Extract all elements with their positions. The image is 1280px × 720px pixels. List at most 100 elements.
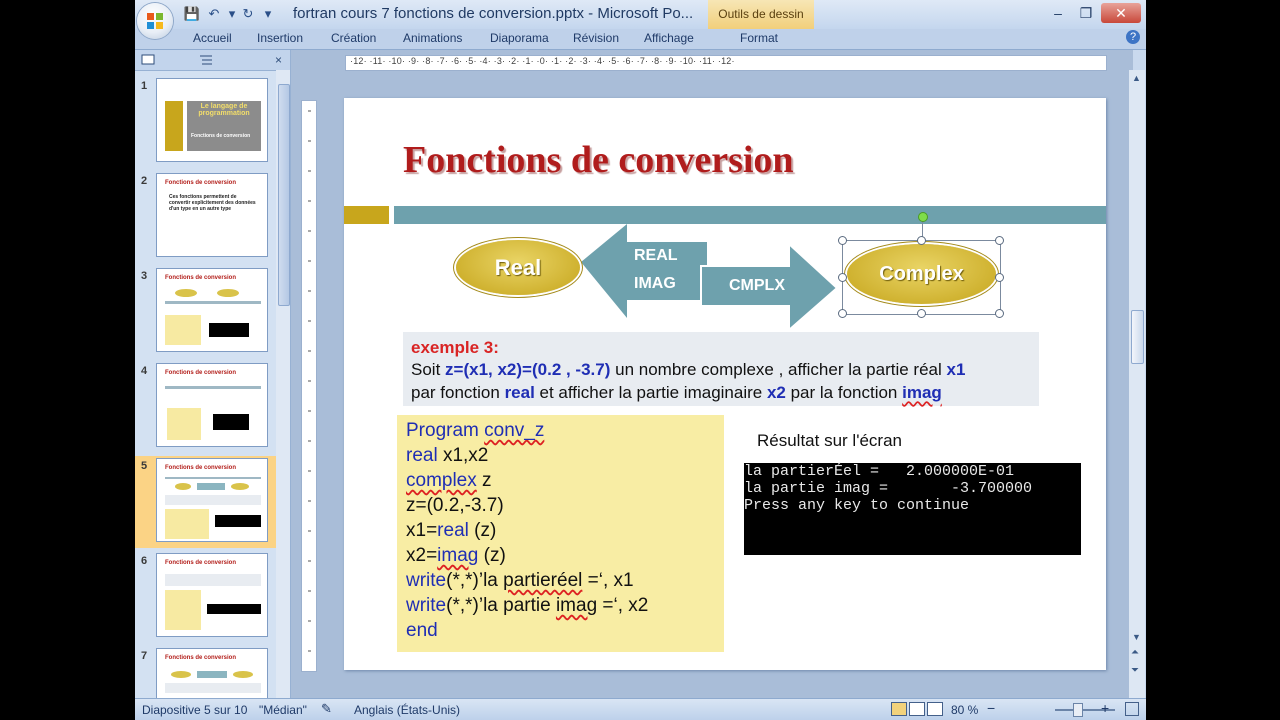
slide-number: 3 <box>141 270 148 282</box>
spellcheck-icon[interactable]: ✎ <box>321 701 332 717</box>
title-bar-accent-gold <box>344 206 389 224</box>
zoom-out-icon[interactable]: − <box>987 700 995 716</box>
real-oval[interactable]: Real <box>456 240 580 295</box>
example-text: par fonction <box>411 383 505 402</box>
previous-slide-icon[interactable]: ⏶ <box>1131 648 1139 658</box>
thumbnail-image: Fonctions de conversion <box>156 268 268 352</box>
code-line: Program conv_z <box>406 420 544 442</box>
code-line: x2=imag (z) <box>406 545 506 567</box>
thumb-title: Fonctions de conversion <box>165 275 237 281</box>
tab-diaporama[interactable]: Diaporama <box>490 31 549 45</box>
tab-animations[interactable]: Animations <box>403 31 462 45</box>
resize-handle[interactable] <box>838 309 847 318</box>
zoom-level[interactable]: 80 % <box>951 703 978 717</box>
zoom-slider-knob[interactable] <box>1073 703 1083 717</box>
contextual-tab-drawing-tools: Outils de dessin <box>708 0 814 29</box>
resize-handle[interactable] <box>917 309 926 318</box>
tab-format[interactable]: Format <box>740 31 778 45</box>
code-text: (*,*)’la partie <box>446 595 556 616</box>
horizontal-ruler: ·12· ·11· ·10· ·9· ·8· ·7· ·6· ·5· ·4· ·… <box>345 55 1107 71</box>
arrow-label-imag: IMAG <box>634 275 676 292</box>
slideshow-icon[interactable] <box>927 702 943 716</box>
outline-tab-icon[interactable] <box>199 54 213 66</box>
example-title: exemple 3: <box>411 338 499 357</box>
example-textbox[interactable]: exemple 3: Soit z=(x1, x2)=(0.2 , -3.7) … <box>403 332 1039 406</box>
code-keyword: end <box>406 620 438 641</box>
pane-scrollbar[interactable] <box>276 70 290 698</box>
resize-handle[interactable] <box>838 273 847 282</box>
pane-close-icon[interactable]: × <box>275 53 282 67</box>
conversion-arrows[interactable]: REAL IMAG CMPLX <box>579 220 849 332</box>
slide-thumbnail[interactable]: 6 Fonctions de conversion <box>135 551 276 643</box>
redo-icon[interactable]: ↻ <box>239 5 257 23</box>
selection-box <box>842 240 1001 315</box>
code-textbox[interactable]: Program conv_z real x1,x2 complex z z=(0… <box>397 415 724 652</box>
scroll-thumb[interactable] <box>1131 310 1144 364</box>
undo-icon[interactable]: ↶ <box>205 5 223 23</box>
example-text: Soit <box>411 360 446 379</box>
slide-canvas[interactable]: Fonctions de conversion REAL IMAG CMPLX … <box>344 98 1106 670</box>
tab-revision[interactable]: Révision <box>573 31 619 45</box>
example-var-x2: x2 <box>766 383 786 402</box>
tab-creation[interactable]: Création <box>331 31 376 45</box>
example-var-x1: x1 <box>946 360 966 379</box>
slide-title[interactable]: Fonctions de conversion <box>403 138 794 182</box>
slide-thumbnail[interactable]: 2 Fonctions de conversion Ces fonctions … <box>135 171 276 263</box>
ribbon-tabs: Accueil Insertion Création Animations Di… <box>135 29 1146 50</box>
code-text: =‘, x1 <box>582 570 634 591</box>
slide-thumbnail[interactable]: 3 Fonctions de conversion <box>135 266 276 358</box>
console-line: la partie imag = -3.700000 <box>744 480 1033 497</box>
console-line: Press any key to continue <box>744 497 970 514</box>
arrow-label-real: REAL <box>634 247 678 264</box>
code-keyword: complex <box>406 470 477 491</box>
language[interactable]: Anglais (États-Unis) <box>354 703 460 717</box>
normal-view-icon[interactable] <box>891 702 907 716</box>
tab-insertion[interactable]: Insertion <box>257 31 303 45</box>
result-label: Résultat sur l'écran <box>757 431 902 450</box>
resize-handle[interactable] <box>995 273 1004 282</box>
example-func-real: real <box>504 383 535 402</box>
maximize-button[interactable]: ❐ <box>1073 3 1099 23</box>
slides-tab-icon[interactable] <box>141 54 155 66</box>
zoom-in-icon[interactable]: + <box>1101 700 1109 716</box>
thumb-title: Fonctions de conversion <box>165 655 237 661</box>
resize-handle[interactable] <box>917 236 926 245</box>
fit-to-window-icon[interactable] <box>1125 702 1139 716</box>
office-button[interactable] <box>137 3 173 39</box>
slide-sorter-icon[interactable] <box>909 702 925 716</box>
help-icon[interactable]: ? <box>1126 30 1140 44</box>
arrow-label-cmplx: CMPLX <box>729 277 785 294</box>
thumbnail-image: Fonctions de conversion <box>156 458 268 542</box>
code-text: (*,*)’la <box>446 570 504 591</box>
code-keyword: write <box>406 595 447 616</box>
slide-thumbnail[interactable]: 4 Fonctions de conversion <box>135 361 276 453</box>
pane-scroll-thumb[interactable] <box>278 84 290 306</box>
tab-accueil[interactable]: Accueil <box>193 31 232 45</box>
resize-handle[interactable] <box>995 236 1004 245</box>
example-text: par la fonction <box>785 383 903 402</box>
code-text: (z) <box>468 520 497 541</box>
save-icon[interactable]: 💾 <box>183 5 201 23</box>
slide-thumbnail[interactable]: 7 Fonctions de conversion <box>135 646 276 698</box>
scroll-down-icon[interactable]: ▼ <box>1132 632 1141 642</box>
window-title: fortran cours 7 fonctions de conversion.… <box>293 5 694 22</box>
console-line: la partierÉel = 2.000000E-01 <box>744 463 1015 480</box>
code-text: x1,x2 <box>437 445 489 466</box>
vertical-scrollbar[interactable]: ▲ ▼ ⏶ ⏷ <box>1129 70 1145 698</box>
status-bar: Diapositive 5 sur 10 "Médian" ✎ Anglais … <box>135 698 1146 720</box>
resize-handle[interactable] <box>995 309 1004 318</box>
minimize-button[interactable]: – <box>1045 3 1071 23</box>
code-line: x1=real (z) <box>406 520 496 542</box>
left-arrow-shape[interactable] <box>581 224 707 318</box>
slide-thumbnail[interactable]: 1 Le langage de programmation Fonctions … <box>135 76 276 168</box>
scroll-up-icon[interactable]: ▲ <box>1132 73 1141 83</box>
resize-handle[interactable] <box>838 236 847 245</box>
code-line: complex z <box>406 470 492 492</box>
rotation-handle[interactable] <box>918 212 928 222</box>
tab-affichage[interactable]: Affichage <box>644 31 694 45</box>
code-text: partieréel <box>503 570 583 591</box>
close-button[interactable]: ✕ <box>1101 3 1141 23</box>
slide-thumbnail-selected[interactable]: 5 Fonctions de conversion <box>135 456 276 548</box>
next-slide-icon[interactable]: ⏷ <box>1131 666 1139 676</box>
customize-qat-icon[interactable]: ▾ <box>259 5 277 23</box>
